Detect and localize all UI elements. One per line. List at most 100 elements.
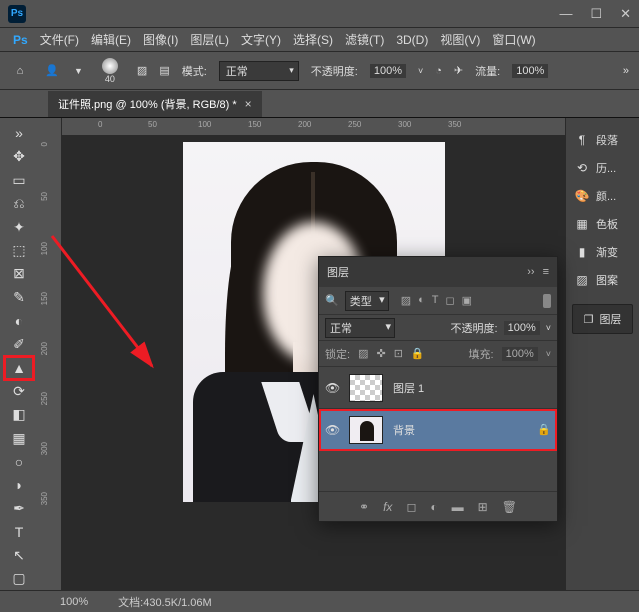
gradient-tool[interactable]: ▦ xyxy=(5,427,33,449)
brush-settings-icon[interactable]: ▤ xyxy=(159,64,169,77)
healing-tool[interactable]: ◐ xyxy=(5,310,33,332)
type-tool[interactable]: T xyxy=(5,521,33,543)
lasso-tool[interactable]: ⎌ xyxy=(5,192,33,214)
group-icon[interactable]: ▬ xyxy=(452,500,464,514)
dock-pattern[interactable]: ▨图案 xyxy=(566,266,639,294)
color-icon: 🎨 xyxy=(574,189,590,203)
panel-collapse-icon[interactable]: ›› xyxy=(527,266,534,278)
adjustment-icon[interactable]: ◐ xyxy=(430,500,437,514)
dock-gradient[interactable]: ▮渐变 xyxy=(566,238,639,266)
menubar: Ps 文件(F) 编辑(E) 图像(I) 图层(L) 文字(Y) 选择(S) 滤… xyxy=(0,28,639,52)
airbrush-icon[interactable]: ✈ xyxy=(454,64,463,77)
menu-type[interactable]: 文字(Y) xyxy=(236,29,286,50)
lock-position-icon[interactable]: ✜ xyxy=(376,347,385,360)
opacity-label: 不透明度: xyxy=(311,63,358,79)
panel-menu-icon[interactable]: ≡ xyxy=(543,266,549,278)
crop-tool[interactable]: ⬚ xyxy=(5,239,33,261)
layer-opacity-label: 不透明度: xyxy=(451,320,498,336)
history-brush-tool[interactable]: ⟳ xyxy=(5,380,33,402)
blur-tool[interactable]: ○ xyxy=(5,450,33,472)
menu-window[interactable]: 窗口(W) xyxy=(487,29,540,50)
collapse-toolbar[interactable]: » xyxy=(5,122,33,144)
zoom-level[interactable]: 100% xyxy=(60,596,88,608)
filter-smart-icon[interactable]: ▣ xyxy=(462,294,472,307)
menu-filter[interactable]: 滤镜(T) xyxy=(340,29,389,50)
brush-preview[interactable]: 40 xyxy=(95,58,125,84)
eyedropper-tool[interactable]: ✎ xyxy=(5,286,33,308)
layer-blend-select[interactable]: 正常 xyxy=(325,318,395,338)
layers-stack-icon: ❐ xyxy=(584,313,594,326)
filter-adjust-icon[interactable]: ◐ xyxy=(418,294,425,307)
opacity-value[interactable]: 100% xyxy=(370,64,406,78)
search-icon: 🔍 xyxy=(325,294,339,307)
lock-all-icon[interactable]: 🔒 xyxy=(411,347,425,360)
menu-layer[interactable]: 图层(L) xyxy=(185,29,234,50)
filter-type-icon[interactable]: T xyxy=(432,294,439,307)
magic-wand-tool[interactable]: ✦ xyxy=(5,216,33,238)
vertical-ruler: 0 50 100 150 200 250 300 350 xyxy=(38,118,62,590)
filter-type-select[interactable]: 类型 xyxy=(345,291,389,311)
menu-select[interactable]: 选择(S) xyxy=(288,29,338,50)
layer-name[interactable]: 图层 1 xyxy=(393,380,424,396)
shape-tool[interactable]: ▢ xyxy=(5,568,33,590)
horizontal-ruler: 0 50 100 150 200 250 300 350 xyxy=(62,118,565,136)
tool-preset-icon[interactable]: 👤 xyxy=(42,61,62,81)
dock-layers-button[interactable]: ❐图层 xyxy=(572,304,633,334)
marquee-tool[interactable]: ▭ xyxy=(5,169,33,191)
frame-tool[interactable]: ⊠ xyxy=(5,263,33,285)
ps-menu-icon[interactable]: Ps xyxy=(8,31,33,49)
link-layers-icon[interactable]: ⚭ xyxy=(359,500,369,514)
new-layer-icon[interactable]: ⊞ xyxy=(478,500,488,514)
layer-thumbnail[interactable] xyxy=(349,416,383,444)
layer-thumbnail[interactable] xyxy=(349,374,383,402)
tab-close-icon[interactable]: × xyxy=(245,97,252,111)
fill-value[interactable]: 100% xyxy=(502,347,538,361)
flow-value[interactable]: 100% xyxy=(512,64,548,78)
layer-opacity-value[interactable]: 100% xyxy=(504,321,540,335)
document-tab[interactable]: 证件照.png @ 100% (背景, RGB/8) * × xyxy=(48,91,262,117)
history-icon: ⟲ xyxy=(574,161,590,175)
pressure-opacity-icon[interactable]: ◔ xyxy=(435,65,442,77)
home-icon[interactable]: ⌂ xyxy=(10,61,30,81)
lock-pixels-icon[interactable]: ▨ xyxy=(358,347,368,360)
menu-3d[interactable]: 3D(D) xyxy=(391,31,433,49)
filter-toggle[interactable] xyxy=(543,294,551,308)
layer-name[interactable]: 背景 xyxy=(393,422,415,438)
menu-file[interactable]: 文件(F) xyxy=(35,29,84,50)
visibility-icon[interactable]: 👁 xyxy=(325,423,339,437)
dock-color[interactable]: 🎨颜... xyxy=(566,182,639,210)
dock-history[interactable]: ⟲历... xyxy=(566,154,639,182)
layer-row-background[interactable]: 👁 背景 🔒 xyxy=(319,409,557,451)
brush-panel-icon[interactable]: ▨ xyxy=(137,64,147,77)
collapse-icon[interactable]: » xyxy=(623,65,629,77)
delete-icon[interactable]: 🗑 xyxy=(502,500,517,514)
layer-row[interactable]: 👁 图层 1 xyxy=(319,367,557,409)
mask-icon[interactable]: ◻ xyxy=(406,500,416,514)
close-button[interactable]: ✕ xyxy=(620,6,631,22)
dock-paragraph[interactable]: ¶段落 xyxy=(566,126,639,154)
dock-swatches[interactable]: ▦色板 xyxy=(566,210,639,238)
clone-stamp-tool[interactable]: ▲ xyxy=(5,357,33,379)
lock-artboard-icon[interactable]: ⊡ xyxy=(394,347,403,360)
fill-label: 填充: xyxy=(469,346,494,362)
filter-pixel-icon[interactable]: ▨ xyxy=(401,294,411,307)
menu-image[interactable]: 图像(I) xyxy=(138,29,183,50)
filter-shape-icon[interactable]: ◻ xyxy=(446,294,455,307)
eraser-tool[interactable]: ◧ xyxy=(5,403,33,425)
move-tool[interactable]: ✥ xyxy=(5,145,33,167)
dodge-tool[interactable]: ◗ xyxy=(5,474,33,496)
right-dock: ¶段落 ⟲历... 🎨颜... ▦色板 ▮渐变 ▨图案 ❐图层 xyxy=(565,118,639,590)
minimize-button[interactable]: — xyxy=(559,6,572,22)
path-tool[interactable]: ↖ xyxy=(5,544,33,566)
visibility-icon[interactable]: 👁 xyxy=(325,381,339,395)
blend-mode-select[interactable]: 正常 xyxy=(219,61,299,81)
brush-tool[interactable]: ✐ xyxy=(5,333,33,355)
panel-title: 图层 xyxy=(327,264,349,280)
pattern-icon: ▨ xyxy=(574,273,590,287)
pen-tool[interactable]: ✒ xyxy=(5,497,33,519)
menu-edit[interactable]: 编辑(E) xyxy=(86,29,136,50)
menu-view[interactable]: 视图(V) xyxy=(435,29,485,50)
layer-style-icon[interactable]: fx xyxy=(383,500,392,514)
flow-label: 流量: xyxy=(475,63,500,79)
maximize-button[interactable]: ☐ xyxy=(590,6,602,22)
